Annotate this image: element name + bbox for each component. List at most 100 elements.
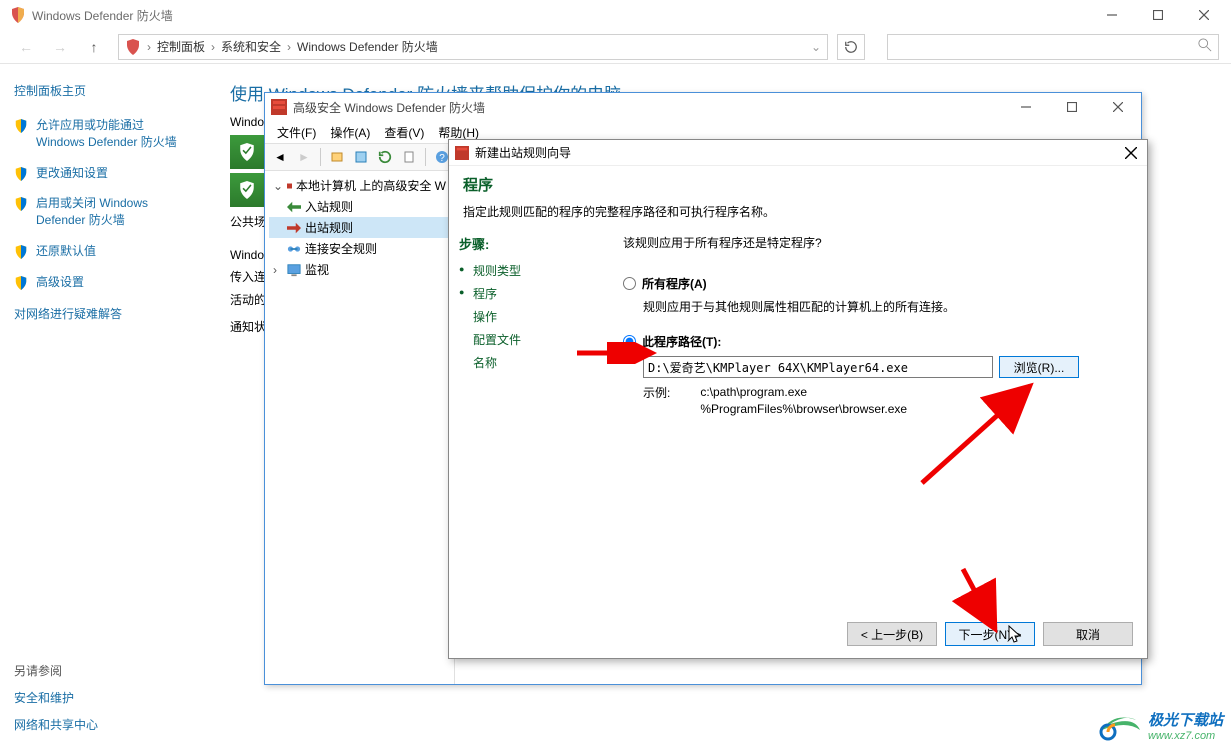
expand-icon[interactable]: › bbox=[273, 263, 283, 277]
chevron-right-icon: › bbox=[211, 40, 215, 54]
see-also-label: 另请参阅 bbox=[14, 662, 186, 679]
breadcrumb[interactable]: › 控制面板 › 系统和安全 › Windows Defender 防火墙 ⌄ bbox=[118, 34, 828, 60]
back-button[interactable]: < 上一步(B) bbox=[847, 622, 937, 646]
opt-all-programs[interactable]: 所有程序(A) bbox=[623, 275, 1133, 292]
fw-title-text: 高级安全 Windows Defender 防火墙 bbox=[293, 99, 485, 116]
firewall-icon bbox=[455, 146, 469, 160]
step-name[interactable]: 名称 bbox=[459, 351, 609, 374]
sidebar-security-maint[interactable]: 安全和维护 bbox=[14, 689, 186, 706]
connsec-icon bbox=[287, 242, 301, 256]
cp-title: Windows Defender 防火墙 bbox=[10, 7, 173, 24]
shield-icon bbox=[14, 119, 28, 133]
firewall-icon bbox=[287, 179, 292, 193]
shield-icon bbox=[10, 7, 26, 23]
minimize-button[interactable] bbox=[1003, 92, 1049, 122]
sidebar-notify[interactable]: 更改通知设置 bbox=[14, 165, 186, 182]
tb-list-icon[interactable] bbox=[350, 146, 372, 168]
sidebar-item-label: 允许应用或功能通过 Windows Defender 防火墙 bbox=[36, 117, 186, 151]
close-icon bbox=[1125, 147, 1137, 159]
fw-tree: ⌄ 本地计算机 上的高级安全 W 入站规则 出站规则 连接安全规则 › 监视 bbox=[265, 171, 455, 684]
sidebar-item-label: 还原默认值 bbox=[36, 243, 96, 260]
tb-refresh-icon[interactable] bbox=[374, 146, 396, 168]
opt-path-label: 此程序路径(T): bbox=[642, 333, 721, 350]
next-button[interactable]: 下一步(N) > bbox=[945, 622, 1035, 646]
tree-monitor[interactable]: › 监视 bbox=[269, 259, 450, 280]
next-label: 下一步(N) > bbox=[958, 628, 1021, 642]
chevron-down-icon[interactable]: ⌄ bbox=[811, 40, 821, 54]
tree-root[interactable]: ⌄ 本地计算机 上的高级安全 W bbox=[269, 175, 450, 196]
opt-all-desc: 规则应用于与其他规则属性相匹配的计算机上的所有连接。 bbox=[643, 298, 1133, 315]
opt-this-program-path[interactable]: 此程序路径(T): bbox=[623, 333, 1133, 350]
program-path-input[interactable] bbox=[643, 356, 993, 378]
step-action[interactable]: 操作 bbox=[459, 305, 609, 328]
wiz-steps: 步骤: 规则类型 程序 操作 配置文件 名称 bbox=[449, 228, 619, 610]
breadcrumb-sec[interactable]: 系统和安全 bbox=[221, 38, 281, 55]
close-button[interactable] bbox=[1095, 92, 1141, 122]
radio-all-programs[interactable] bbox=[623, 277, 636, 290]
forward-button[interactable]: → bbox=[46, 35, 74, 59]
tree-label: 出站规则 bbox=[305, 219, 353, 236]
tree-label: 本地计算机 上的高级安全 W bbox=[296, 177, 446, 194]
breadcrumb-fw[interactable]: Windows Defender 防火墙 bbox=[297, 38, 438, 55]
steps-header: 步骤: bbox=[459, 234, 609, 253]
wiz-title-text: 新建出站规则向导 bbox=[475, 144, 571, 161]
search-icon bbox=[1198, 38, 1212, 55]
sidebar-restore[interactable]: 还原默认值 bbox=[14, 243, 186, 260]
tb-new-icon[interactable] bbox=[326, 146, 348, 168]
wiz-header: 程序 指定此规则匹配的程序的完整程序路径和可执行程序名称。 bbox=[449, 166, 1147, 234]
menu-file[interactable]: 文件(F) bbox=[271, 122, 322, 143]
cancel-button[interactable]: 取消 bbox=[1043, 622, 1133, 646]
collapse-icon[interactable]: ⌄ bbox=[273, 179, 283, 193]
shield-icon bbox=[14, 197, 28, 211]
breadcrumb-cp[interactable]: 控制面板 bbox=[157, 38, 205, 55]
tb-back[interactable]: ◄ bbox=[269, 146, 291, 168]
sidebar-troubleshoot[interactable]: 对网络进行疑难解答 bbox=[14, 305, 186, 322]
example-label: 示例: bbox=[643, 384, 670, 418]
up-button[interactable]: ↑ bbox=[80, 35, 108, 59]
wiz-header-desc: 指定此规则匹配的程序的完整程序路径和可执行程序名称。 bbox=[463, 203, 1133, 220]
back-button[interactable]: ← bbox=[12, 35, 40, 59]
cp-addressbar: ← → ↑ › 控制面板 › 系统和安全 › Windows Defender … bbox=[0, 30, 1231, 64]
close-button[interactable] bbox=[1121, 143, 1141, 163]
step-profile[interactable]: 配置文件 bbox=[459, 328, 609, 351]
tree-outbound[interactable]: 出站规则 bbox=[269, 217, 450, 238]
new-outbound-rule-wizard: 新建出站规则向导 程序 指定此规则匹配的程序的完整程序路径和可执行程序名称。 步… bbox=[448, 139, 1148, 659]
outbound-icon bbox=[287, 221, 301, 235]
step-program[interactable]: 程序 bbox=[459, 282, 609, 305]
cp-title-text: Windows Defender 防火墙 bbox=[32, 7, 173, 24]
check-shield-icon bbox=[238, 143, 256, 161]
close-button[interactable] bbox=[1181, 0, 1227, 30]
chevron-right-icon: › bbox=[287, 40, 291, 54]
svg-text:?: ? bbox=[439, 153, 445, 164]
firewall-icon bbox=[271, 99, 287, 115]
tb-export-icon[interactable] bbox=[398, 146, 420, 168]
menu-action[interactable]: 操作(A) bbox=[324, 122, 376, 143]
maximize-button[interactable] bbox=[1049, 92, 1095, 122]
tree-label: 连接安全规则 bbox=[305, 240, 377, 257]
refresh-button[interactable] bbox=[837, 34, 865, 60]
sidebar-onoff[interactable]: 启用或关闭 Windows Defender 防火墙 bbox=[14, 195, 186, 229]
sidebar-advanced[interactable]: 高级设置 bbox=[14, 274, 186, 291]
sidebar-home[interactable]: 控制面板主页 bbox=[14, 82, 186, 99]
example-paths: c:\path\program.exe %ProgramFiles%\brows… bbox=[700, 384, 907, 418]
tb-fwd[interactable]: ► bbox=[293, 146, 315, 168]
sidebar-network-share[interactable]: 网络和共享中心 bbox=[14, 716, 186, 733]
shield-icon bbox=[14, 245, 28, 259]
minimize-button[interactable] bbox=[1089, 0, 1135, 30]
inbound-icon bbox=[287, 200, 301, 214]
radio-this-path[interactable] bbox=[623, 335, 636, 348]
shield-icon bbox=[14, 167, 28, 181]
search-input[interactable] bbox=[887, 34, 1219, 60]
maximize-button[interactable] bbox=[1135, 0, 1181, 30]
menu-view[interactable]: 查看(V) bbox=[378, 122, 430, 143]
sidebar-item-label: 高级设置 bbox=[36, 274, 84, 291]
tree-inbound[interactable]: 入站规则 bbox=[269, 196, 450, 217]
step-rule-type[interactable]: 规则类型 bbox=[459, 259, 609, 282]
refresh-icon bbox=[844, 40, 858, 54]
wiz-right-pane: 该规则应用于所有程序还是特定程序? 所有程序(A) 规则应用于与其他规则属性相匹… bbox=[619, 228, 1147, 610]
wiz-footer: < 上一步(B) 下一步(N) > 取消 bbox=[449, 610, 1147, 658]
browse-button[interactable]: 浏览(R)... bbox=[999, 356, 1079, 378]
sidebar-allow-apps[interactable]: 允许应用或功能通过 Windows Defender 防火墙 bbox=[14, 117, 186, 151]
tree-connsec[interactable]: 连接安全规则 bbox=[269, 238, 450, 259]
cp-sidebar: 控制面板主页 允许应用或功能通过 Windows Defender 防火墙 更改… bbox=[0, 64, 200, 746]
